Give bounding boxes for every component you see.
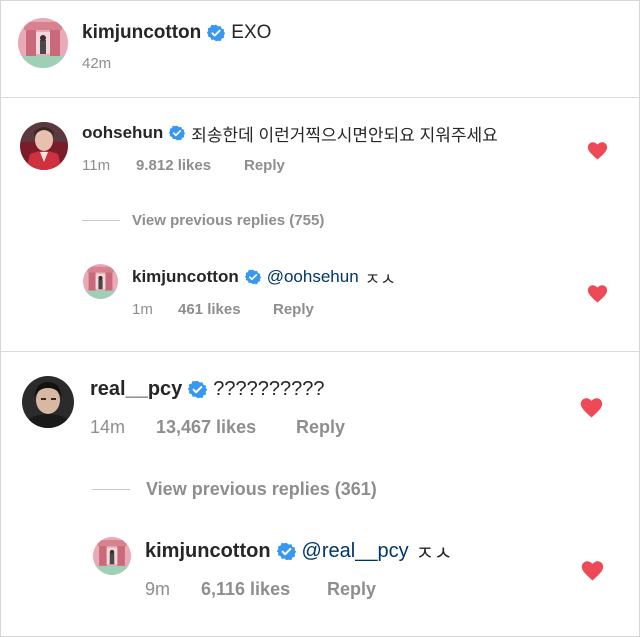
comment-text: 죄송한데 이런거찍으시면안되요 지워주세요 [191, 125, 498, 145]
avatar[interactable] [20, 122, 68, 170]
avatar-pink-room-icon [18, 18, 68, 68]
verified-badge-icon [276, 542, 296, 561]
view-previous-label: View previous replies (755) [132, 211, 325, 229]
comment-text: ?????????? [213, 377, 325, 400]
avatar-pink-room-icon [83, 264, 118, 299]
avatar-pink-room-icon [93, 537, 131, 575]
comment-time: 11m [82, 157, 111, 174]
view-previous-label: View previous replies (361) [146, 478, 377, 499]
reply-username[interactable]: kimjuncotton [145, 540, 271, 563]
avatar-red-jacket-icon [20, 122, 68, 170]
likes-count[interactable]: 461 likes [178, 301, 273, 318]
mention-link[interactable]: @oohsehun [267, 267, 359, 287]
heart-icon[interactable] [587, 285, 608, 303]
verified-badge-icon [207, 24, 226, 42]
reply-button[interactable]: Reply [296, 417, 345, 438]
likes-count[interactable]: 13,467 likes [156, 417, 296, 438]
mention-link[interactable]: @real__pcy [302, 540, 409, 563]
thread-line [92, 488, 130, 490]
avatar-dark-portrait-icon [22, 376, 74, 428]
reply-button[interactable]: Reply [273, 301, 314, 318]
reply-text: ㅈㅅ [364, 269, 396, 289]
verified-badge-icon [188, 380, 208, 399]
comment-username[interactable]: oohsehun [82, 123, 163, 143]
post-username[interactable]: kimjuncotton [82, 22, 201, 44]
reply-time: 1m [132, 301, 153, 318]
reply-text: ㅈㅅ [415, 542, 453, 565]
view-previous-replies[interactable]: View previous replies (755) [82, 210, 324, 230]
reply-username[interactable]: kimjuncotton [132, 267, 239, 287]
thread-line [82, 219, 120, 221]
reply-button[interactable]: Reply [244, 157, 285, 174]
comment-username[interactable]: real__pcy [90, 378, 182, 401]
post-time: 42m [82, 55, 112, 72]
divider [1, 351, 639, 352]
reply-time: 9m [145, 579, 171, 599]
avatar[interactable] [83, 264, 118, 299]
verified-badge-icon [244, 269, 261, 285]
divider [1, 97, 639, 98]
likes-count[interactable]: 6,116 likes [201, 579, 327, 600]
heart-icon[interactable] [587, 142, 608, 160]
heart-icon[interactable] [581, 561, 604, 581]
reply-button[interactable]: Reply [327, 579, 376, 600]
likes-count[interactable]: 9.812 likes [136, 157, 244, 174]
heart-icon[interactable] [580, 398, 603, 418]
avatar[interactable] [18, 18, 68, 68]
verified-badge-icon [169, 125, 186, 141]
avatar[interactable] [22, 376, 74, 428]
avatar[interactable] [93, 537, 131, 575]
view-previous-replies[interactable]: View previous replies (361) [92, 477, 377, 501]
post-caption-text: EXO [231, 22, 272, 43]
comment-time: 14m [90, 417, 126, 437]
